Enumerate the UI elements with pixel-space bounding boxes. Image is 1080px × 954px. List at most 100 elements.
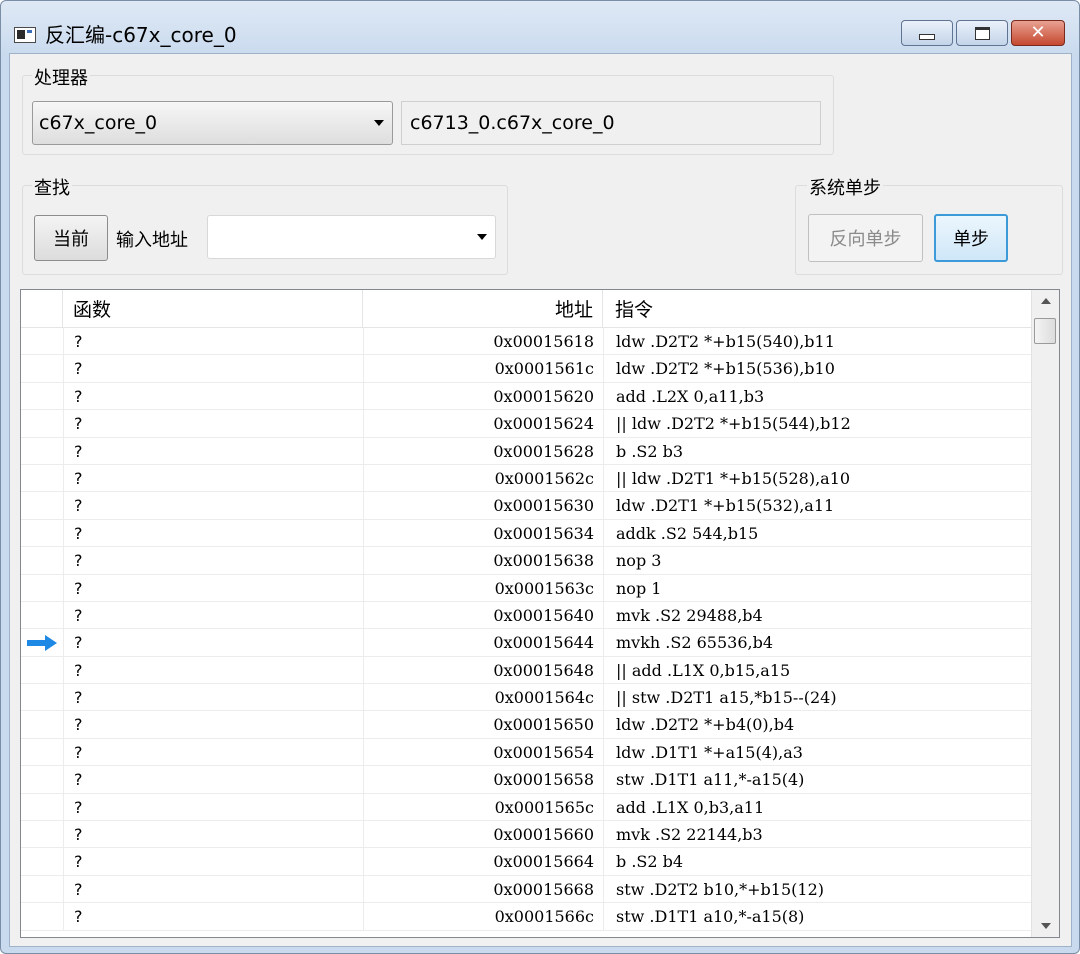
row-gutter xyxy=(21,575,63,602)
table-row[interactable]: ? 0x00015620 add .L2X 0,a11,b3 xyxy=(21,382,1031,411)
cell-instruction: ldw .D2T1 *+b15(532),a11 xyxy=(603,492,1031,520)
row-gutter xyxy=(21,821,63,848)
vertical-scrollbar[interactable] xyxy=(1031,290,1059,937)
table-row[interactable]: ? 0x00015640 mvk .S2 29488,b4 xyxy=(21,601,1031,630)
cell-function: ? xyxy=(63,492,363,520)
app-icon xyxy=(14,27,36,43)
cell-address: 0x00015650 xyxy=(363,711,603,739)
row-gutter xyxy=(21,739,63,766)
cell-address: 0x00015638 xyxy=(363,547,603,575)
minimize-icon xyxy=(919,34,935,40)
close-icon: ✕ xyxy=(1030,22,1046,43)
cell-address: 0x00015630 xyxy=(363,492,603,520)
cell-address: 0x00015654 xyxy=(363,738,603,766)
table-row[interactable]: ? 0x0001566c stw .D1T1 a10,*-a15(8) xyxy=(21,903,1031,931)
current-pc-arrow-icon xyxy=(27,634,57,651)
current-button[interactable]: 当前 xyxy=(34,215,108,261)
cell-function: ? xyxy=(63,328,363,355)
step-button[interactable]: 单步 xyxy=(934,214,1008,262)
header-address[interactable]: 地址 xyxy=(363,290,603,327)
cell-instruction: mvkh .S2 65536,b4 xyxy=(603,629,1031,657)
table-row[interactable]: ? 0x00015644 mvkh .S2 65536,b4 xyxy=(21,629,1031,657)
cell-function: ? xyxy=(63,437,363,465)
title-bar[interactable]: 反汇编-c67x_core_0 ✕ xyxy=(1,1,1079,51)
row-gutter xyxy=(21,602,63,629)
row-gutter xyxy=(21,657,63,684)
cell-address: 0x0001566c xyxy=(363,903,603,931)
cell-function: ? xyxy=(63,601,363,629)
table-row[interactable]: ? 0x00015638 nop 3 xyxy=(21,547,1031,575)
cell-instruction: ldw .D2T2 *+b15(540),b11 xyxy=(603,328,1031,355)
window-title: 反汇编-c67x_core_0 xyxy=(45,23,237,47)
row-gutter xyxy=(21,520,63,547)
cell-address: 0x00015644 xyxy=(363,629,603,657)
cell-function: ? xyxy=(63,547,363,575)
table-row[interactable]: ? 0x00015630 ldw .D2T1 *+b15(532),a11 xyxy=(21,492,1031,520)
cell-function: ? xyxy=(63,875,363,903)
table-row[interactable]: ? 0x00015660 mvk .S2 22144,b3 xyxy=(21,821,1031,849)
cell-instruction: stw .D1T1 a11,*-a15(4) xyxy=(603,766,1031,794)
row-gutter xyxy=(21,410,63,437)
table-row[interactable]: ? 0x00015654 ldw .D1T1 *+a15(4),a3 xyxy=(21,738,1031,767)
row-gutter xyxy=(21,492,63,519)
processor-select[interactable]: c67x_core_0 xyxy=(32,101,393,145)
chevron-down-icon xyxy=(374,120,384,126)
scroll-down-icon[interactable] xyxy=(1041,923,1051,929)
table-row[interactable]: ? 0x00015664 b .S2 b4 xyxy=(21,848,1031,876)
row-gutter xyxy=(21,438,63,465)
table-row[interactable]: ? 0x0001564c || stw .D2T1 a15,*b15--(24) xyxy=(21,684,1031,712)
processor-select-value: c67x_core_0 xyxy=(39,112,158,134)
disassembly-table[interactable]: 函数 地址 指令 ? 0x00015618 ldw .D2T2 *+b15(540)… xyxy=(20,289,1060,938)
cell-instruction: add .L2X 0,a11,b3 xyxy=(603,382,1031,410)
table-row[interactable]: ? 0x0001561c ldw .D2T2 *+b15(536),b10 xyxy=(21,355,1031,383)
reverse-step-button[interactable]: 反向单步 xyxy=(808,214,923,262)
cell-function: ? xyxy=(63,848,363,876)
row-gutter xyxy=(21,848,63,875)
cell-function: ? xyxy=(63,629,363,657)
cell-instruction: addk .S2 544,b15 xyxy=(603,519,1031,547)
cell-instruction: ldw .D2T2 *+b4(0),b4 xyxy=(603,711,1031,739)
cell-address: 0x00015624 xyxy=(363,410,603,438)
table-row[interactable]: ? 0x00015658 stw .D1T1 a11,*-a15(4) xyxy=(21,766,1031,794)
row-gutter xyxy=(21,629,63,656)
cell-address: 0x00015640 xyxy=(363,601,603,629)
cell-instruction: mvk .S2 22144,b3 xyxy=(603,821,1031,849)
cell-function: ? xyxy=(63,382,363,410)
address-input-label: 输入地址 xyxy=(116,230,188,251)
cell-function: ? xyxy=(63,684,363,712)
processor-group-label: 处理器 xyxy=(32,64,90,90)
row-gutter xyxy=(21,876,63,903)
table-row[interactable]: ? 0x00015648 || add .L1X 0,b15,a15 xyxy=(21,656,1031,685)
cell-function: ? xyxy=(63,355,363,383)
table-row[interactable]: ? 0x0001562c || ldw .D2T1 *+b15(528),a10 xyxy=(21,464,1031,493)
address-input[interactable] xyxy=(207,215,496,259)
cell-instruction: stw .D1T1 a10,*-a15(8) xyxy=(603,903,1031,931)
table-row[interactable]: ? 0x0001565c add .L1X 0,b3,a11 xyxy=(21,793,1031,822)
row-gutter xyxy=(21,547,63,574)
table-header: 函数 地址 指令 xyxy=(21,290,1031,328)
table-row[interactable]: ? 0x00015624 || ldw .D2T2 *+b15(544),b12 xyxy=(21,410,1031,438)
cell-instruction: || ldw .D2T2 *+b15(544),b12 xyxy=(603,410,1031,438)
table-row[interactable]: ? 0x00015668 stw .D2T2 b10,*+b15(12) xyxy=(21,875,1031,904)
cell-address: 0x00015618 xyxy=(363,328,603,355)
header-instruction[interactable]: 指令 xyxy=(603,290,1031,327)
cell-function: ? xyxy=(63,464,363,492)
minimize-button[interactable] xyxy=(901,20,953,46)
table-row[interactable]: ? 0x00015628 b .S2 b3 xyxy=(21,437,1031,465)
cell-address: 0x00015660 xyxy=(363,821,603,849)
cell-instruction: mvk .S2 29488,b4 xyxy=(603,601,1031,629)
scroll-thumb[interactable] xyxy=(1034,318,1056,344)
table-row[interactable]: ? 0x00015650 ldw .D2T2 *+b4(0),b4 xyxy=(21,711,1031,739)
header-function[interactable]: 函数 xyxy=(63,290,363,327)
close-button[interactable]: ✕ xyxy=(1011,20,1065,46)
maximize-button[interactable] xyxy=(956,20,1008,46)
cell-instruction: add .L1X 0,b3,a11 xyxy=(603,793,1031,821)
table-row[interactable]: ? 0x0001563c nop 1 xyxy=(21,574,1031,602)
scroll-up-icon[interactable] xyxy=(1041,298,1051,304)
system-step-group-label: 系统单步 xyxy=(807,174,883,200)
table-row[interactable]: ? 0x00015634 addk .S2 544,b15 xyxy=(21,519,1031,548)
cell-instruction: ldw .D1T1 *+a15(4),a3 xyxy=(603,738,1031,766)
table-row[interactable]: ? 0x00015618 ldw .D2T2 *+b15(540),b11 xyxy=(21,328,1031,356)
row-gutter xyxy=(21,465,63,492)
cell-function: ? xyxy=(63,766,363,794)
